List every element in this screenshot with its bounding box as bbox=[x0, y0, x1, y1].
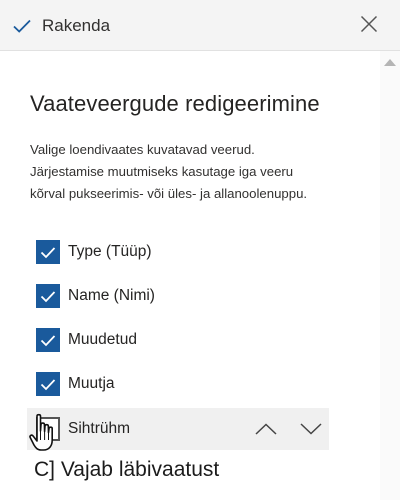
column-checkbox[interactable] bbox=[36, 372, 60, 396]
column-checkbox[interactable] bbox=[36, 240, 60, 264]
close-icon bbox=[360, 15, 378, 38]
column-label: Type (Tüüp) bbox=[68, 243, 152, 260]
column-checkbox[interactable] bbox=[36, 417, 60, 441]
panel-scrollbar[interactable] bbox=[380, 51, 400, 500]
move-up-button[interactable] bbox=[252, 416, 280, 442]
column-item-audience[interactable]: Sihtrühm bbox=[27, 408, 329, 450]
column-label: Sihtrühm bbox=[68, 420, 131, 437]
column-label: Muudetud bbox=[68, 331, 137, 348]
column-label: Muutja bbox=[68, 375, 115, 392]
checkmark-icon bbox=[40, 246, 56, 258]
column-item-modified[interactable]: Muudetud bbox=[27, 319, 329, 361]
panel-title: Vaateveergude redigeerimine bbox=[30, 91, 320, 116]
column-item-name[interactable]: Name (Nimi) bbox=[27, 275, 329, 317]
column-item-modified-by[interactable]: Muutja bbox=[27, 363, 329, 405]
panel-description: Valige loendivaates kuvatavad veerud. Jä… bbox=[30, 142, 308, 201]
checkmark-icon bbox=[40, 334, 56, 346]
move-down-button[interactable] bbox=[297, 416, 325, 442]
chevron-up-icon bbox=[255, 423, 277, 435]
checkmark-icon bbox=[40, 290, 56, 302]
close-button[interactable] bbox=[354, 11, 384, 41]
apply-label: Rakenda bbox=[42, 16, 111, 35]
chevron-down-icon bbox=[300, 423, 322, 435]
column-checkbox[interactable] bbox=[36, 328, 60, 352]
scroll-up-arrow-icon[interactable] bbox=[384, 59, 396, 66]
panel-header: Rakenda bbox=[0, 0, 400, 51]
column-checkbox[interactable] bbox=[36, 284, 60, 308]
caption-text: C] Vajab läbivaatust bbox=[34, 458, 220, 481]
column-item-type[interactable]: Type (Tüüp) bbox=[27, 231, 329, 273]
edit-view-columns-panel: Vaateveergude redigeerimine Valige loend… bbox=[0, 51, 400, 500]
checkmark-icon bbox=[12, 18, 32, 34]
checkmark-icon bbox=[40, 378, 56, 390]
apply-button[interactable]: Rakenda bbox=[6, 10, 116, 42]
column-label: Name (Nimi) bbox=[68, 287, 155, 304]
